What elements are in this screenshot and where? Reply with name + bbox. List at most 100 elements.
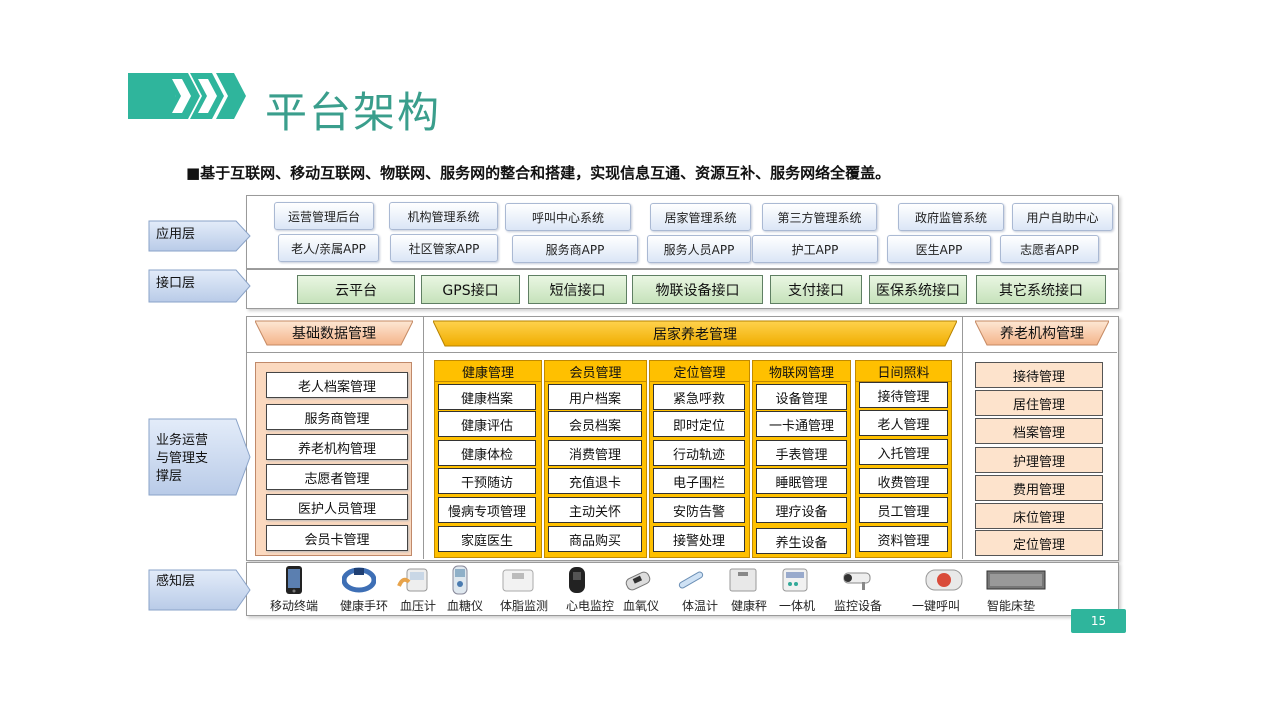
iot-item[interactable]: 睡眠管理	[756, 468, 847, 494]
app-third-party-system[interactable]: 第三方管理系统	[762, 203, 877, 231]
health-item[interactable]: 健康体检	[438, 440, 536, 466]
device-label-body-fat: 体脂监测	[500, 599, 549, 613]
location-item[interactable]: 即时定位	[653, 411, 745, 437]
day-care-item[interactable]: 老人管理	[859, 410, 948, 436]
app-volunteer-app[interactable]: 志愿者APP	[1000, 235, 1099, 263]
interface-gps[interactable]: GPS接口	[421, 275, 520, 304]
health-item[interactable]: 健康评估	[438, 411, 536, 437]
layer-label-business-2: 与管理支	[156, 451, 209, 466]
glucose-meter-icon	[450, 565, 470, 595]
member-item[interactable]: 会员档案	[548, 411, 642, 437]
wristband-icon	[342, 565, 376, 595]
device-label-oximeter: 血氧仪	[623, 599, 660, 613]
institution-item[interactable]: 费用管理	[975, 475, 1103, 501]
app-operation-backend[interactable]: 运营管理后台	[274, 202, 374, 230]
device-label-wristband: 健康手环	[340, 599, 389, 613]
location-item[interactable]: 行动轨迹	[653, 440, 745, 466]
app-user-self-service[interactable]: 用户自助中心	[1012, 203, 1113, 231]
interface-sms[interactable]: 短信接口	[528, 275, 627, 304]
layer-label-business-1: 业务运营	[156, 433, 209, 448]
member-item[interactable]: 用户档案	[548, 384, 642, 410]
camera-icon	[838, 565, 874, 595]
app-elder-family-app[interactable]: 老人/亲属APP	[278, 234, 379, 262]
day-care-column-title: 日间照料	[855, 360, 952, 382]
oximeter-icon	[622, 565, 656, 595]
institution-item[interactable]: 居住管理	[975, 390, 1103, 416]
iot-item[interactable]: 理疗设备	[756, 497, 847, 523]
iot-item[interactable]: 养生设备	[756, 528, 847, 554]
layer-arrow-perception: 感知层	[148, 569, 251, 611]
basic-data-header: 基础数据管理	[292, 326, 376, 342]
iot-item[interactable]: 一卡通管理	[756, 411, 847, 437]
app-home-care-system[interactable]: 居家管理系统	[650, 203, 751, 231]
ecg-monitor-icon	[566, 565, 588, 595]
app-caregiver-app[interactable]: 护工APP	[752, 235, 878, 263]
layer-label-interface: 接口层	[156, 276, 196, 291]
page-title: 平台架构	[265, 88, 442, 137]
device-label-blood-pressure: 血压计	[400, 599, 437, 613]
health-item[interactable]: 干预随访	[438, 468, 536, 494]
home-care-header: 居家养老管理	[653, 326, 737, 343]
device-label-ecg: 心电监控	[566, 599, 615, 613]
interface-medical-insurance[interactable]: 医保系统接口	[869, 275, 967, 304]
interface-iot-device[interactable]: 物联设备接口	[632, 275, 763, 304]
day-care-item[interactable]: 接待管理	[859, 382, 948, 408]
day-care-item[interactable]: 入托管理	[859, 439, 948, 465]
basic-elder-archive[interactable]: 老人档案管理	[266, 372, 408, 398]
app-call-center-system[interactable]: 呼叫中心系统	[505, 203, 631, 231]
device-label-thermometer: 体温计	[682, 599, 719, 613]
basic-member-card[interactable]: 会员卡管理	[266, 525, 408, 551]
iot-item[interactable]: 设备管理	[756, 384, 847, 410]
interface-payment[interactable]: 支付接口	[770, 275, 862, 304]
app-service-provider-app[interactable]: 服务商APP	[512, 235, 638, 263]
health-item[interactable]: 健康档案	[438, 384, 536, 410]
thermometer-icon	[676, 565, 706, 595]
day-care-item[interactable]: 收费管理	[859, 468, 948, 494]
app-doctor-app[interactable]: 医生APP	[887, 235, 991, 263]
institution-item[interactable]: 接待管理	[975, 362, 1103, 388]
device-label-mattress: 智能床垫	[987, 599, 1036, 613]
all-in-one-icon	[781, 565, 809, 595]
member-item[interactable]: 消费管理	[548, 440, 642, 466]
sos-button-icon	[924, 565, 964, 595]
chevron-decoration-icon	[128, 73, 246, 119]
institution-item[interactable]: 定位管理	[975, 530, 1103, 556]
interface-cloud-platform[interactable]: 云平台	[297, 275, 415, 304]
institution-item[interactable]: 护理管理	[975, 447, 1103, 473]
institution-item[interactable]: 档案管理	[975, 418, 1103, 444]
basic-institution[interactable]: 养老机构管理	[266, 434, 408, 460]
basic-medical-staff[interactable]: 医护人员管理	[266, 494, 408, 520]
basic-volunteer[interactable]: 志愿者管理	[266, 464, 408, 490]
page-number: 15	[1071, 609, 1126, 633]
member-item[interactable]: 商品购买	[548, 526, 642, 552]
device-label-all-in-one: 一体机	[779, 599, 816, 613]
member-item[interactable]: 充值退卡	[548, 468, 642, 494]
app-government-system[interactable]: 政府监管系统	[898, 203, 1004, 231]
layer-label-perception: 感知层	[156, 574, 196, 589]
layer-label-application: 应用层	[156, 227, 196, 242]
layer-arrow-interface: 接口层	[148, 269, 251, 303]
subtitle: ■基于互联网、移动互联网、物联网、服务网的整合和搭建，实现信息互通、资源互补、服…	[186, 164, 891, 182]
divider-line	[962, 316, 963, 559]
body-fat-scale-icon	[502, 565, 534, 595]
iot-column-title: 物联网管理	[752, 360, 851, 382]
location-item[interactable]: 安防告警	[653, 497, 745, 523]
location-item[interactable]: 接警处理	[653, 526, 745, 552]
institution-item[interactable]: 床位管理	[975, 503, 1103, 529]
divider-line	[246, 352, 1117, 353]
app-service-staff-app[interactable]: 服务人员APP	[647, 235, 751, 263]
app-community-manager-app[interactable]: 社区管家APP	[390, 234, 498, 262]
iot-item[interactable]: 手表管理	[756, 440, 847, 466]
day-care-item[interactable]: 资料管理	[859, 526, 948, 552]
health-item[interactable]: 慢病专项管理	[438, 497, 536, 523]
app-institution-system[interactable]: 机构管理系统	[389, 202, 498, 230]
day-care-item[interactable]: 员工管理	[859, 497, 948, 523]
basic-service-provider[interactable]: 服务商管理	[266, 404, 408, 430]
interface-other-systems[interactable]: 其它系统接口	[976, 275, 1106, 304]
device-label-sos: 一键呼叫	[912, 599, 961, 613]
health-item[interactable]: 家庭医生	[438, 526, 536, 552]
location-item[interactable]: 紧急呼救	[653, 384, 745, 410]
health-column-title: 健康管理	[434, 360, 542, 382]
member-item[interactable]: 主动关怀	[548, 497, 642, 523]
location-item[interactable]: 电子围栏	[653, 468, 745, 494]
